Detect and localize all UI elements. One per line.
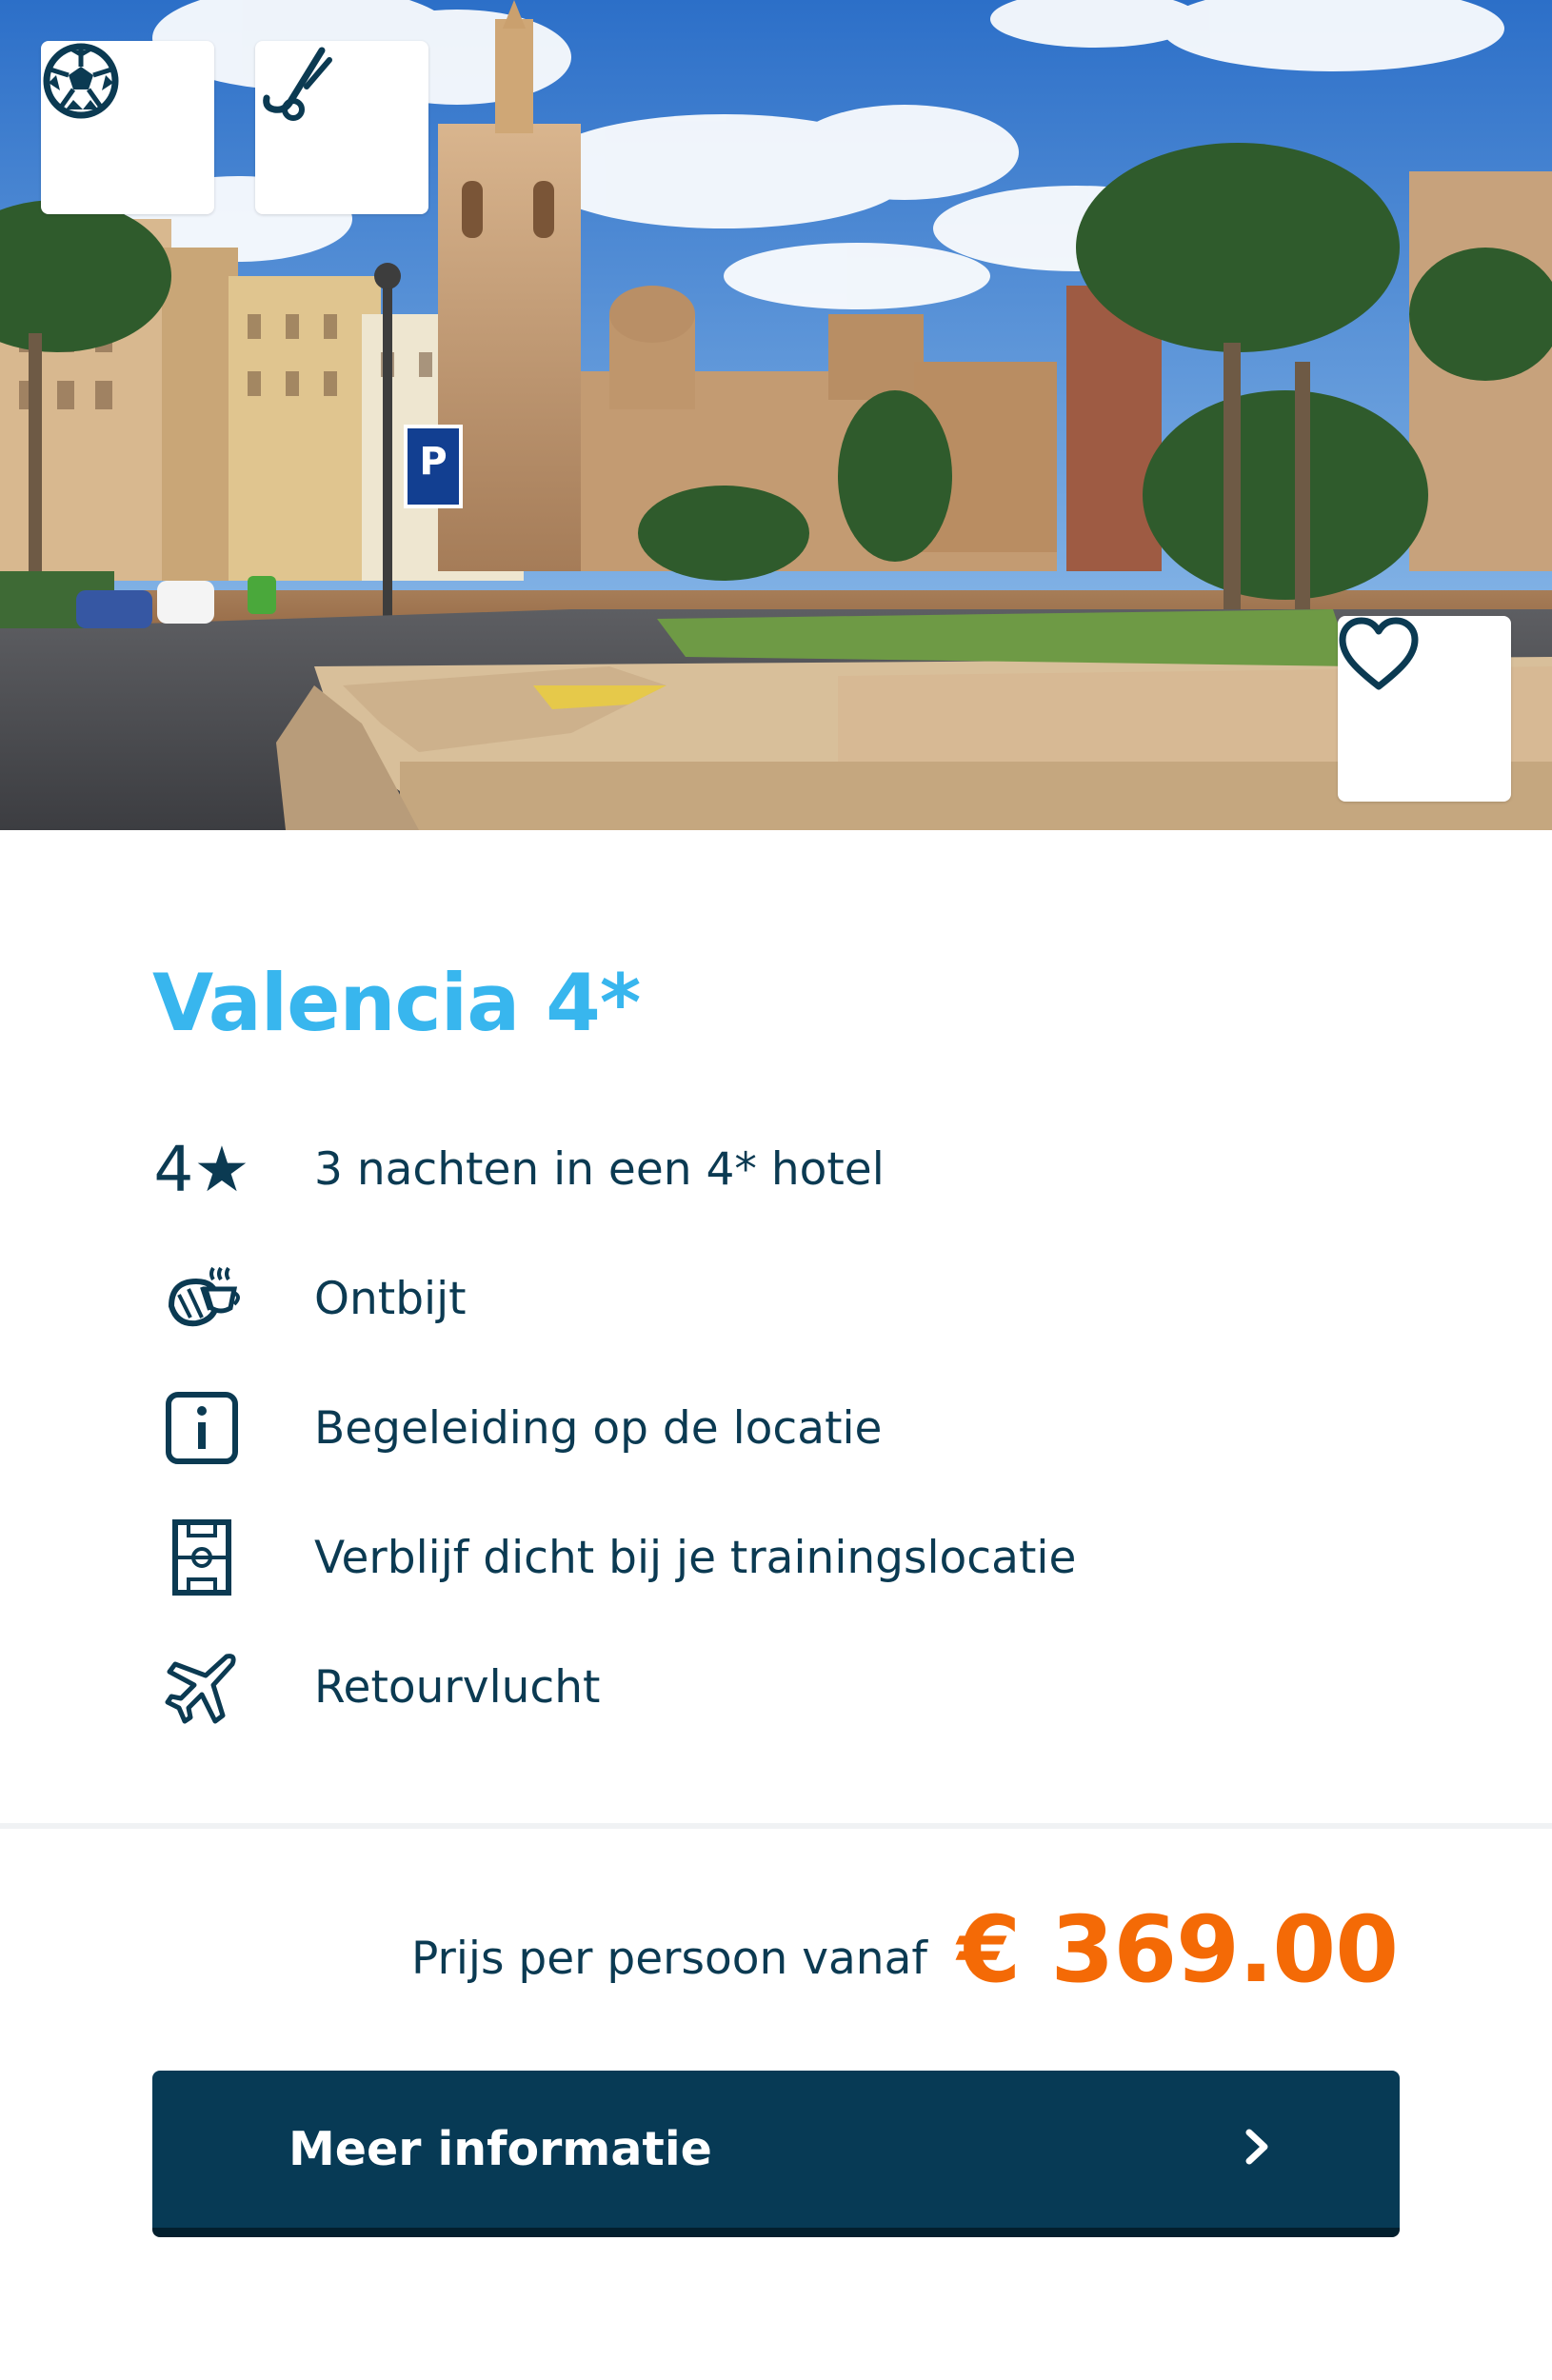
parking-sign-text: P [419,440,447,484]
hero-photo[interactable]: P [0,0,1552,830]
feature-list: 4★ 3 nachten in een 4* hotel Ontbijt Beg… [152,1104,1390,1752]
field-icon [158,1514,246,1601]
feature-hotel: 4★ 3 nachten in een 4* hotel [152,1104,1390,1234]
offer-title: Valencia 4* [152,957,641,1049]
feature-guidance: Begeleiding op de locatie [152,1363,1390,1493]
feature-flight: Retourvlucht [152,1622,1390,1752]
price-value: € 369.00 [957,1896,1399,2003]
feature-text: 3 nachten in een 4* hotel [314,1142,885,1196]
four-star-glyph: 4★ [153,1132,250,1206]
heart-icon [1339,617,1419,690]
more-info-button[interactable]: Meer informatie [152,2071,1400,2237]
feature-breakfast: Ontbijt [152,1234,1390,1363]
offer-card: P Valencia 4* 4★ 3 nachten in een 4* hot… [0,0,1552,2380]
hockey-icon [263,47,332,121]
valencia-plaza-illustration: P [0,0,1552,830]
price-label: Prijs per persoon vanaf [411,1933,927,1985]
info-icon [158,1384,246,1472]
feature-text: Begeleiding op de locatie [314,1401,883,1455]
feature-location: Verblijf dicht bij je trainingslocatie [152,1493,1390,1622]
feature-text: Verblijf dicht bij je trainingslocatie [314,1531,1077,1584]
chevron-right-icon [1245,2129,1268,2165]
feature-text: Retourvlucht [314,1660,601,1714]
flight-icon [158,1643,246,1731]
feature-text: Ontbijt [314,1272,467,1325]
sport-tag-hockey[interactable] [255,41,428,214]
breakfast-icon [158,1255,246,1342]
four-star-icon: 4★ [153,1125,249,1213]
sport-tag-football[interactable] [41,41,214,214]
more-info-label: Meer informatie [289,2122,712,2176]
section-divider [0,1823,1552,1829]
football-icon [43,43,119,119]
favorite-button[interactable] [1338,616,1511,802]
